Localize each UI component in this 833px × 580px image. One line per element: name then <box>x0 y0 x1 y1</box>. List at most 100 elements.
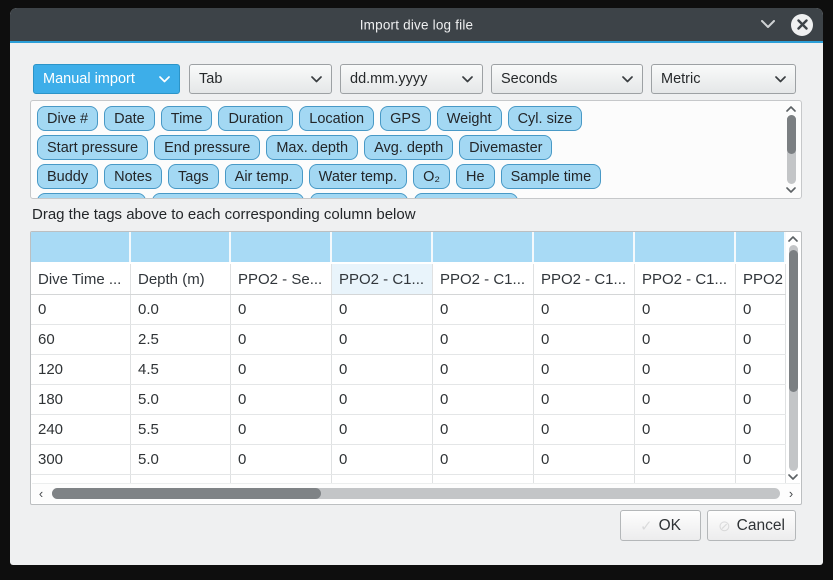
ok-button[interactable]: ✓ OK <box>620 510 701 541</box>
table-cell: 0 <box>635 325 736 354</box>
tag-pill[interactable]: Notes <box>104 164 162 189</box>
tag-pill[interactable]: Sample pO₂ <box>310 193 408 199</box>
column-header[interactable]: PPO2 - C1... <box>332 264 433 294</box>
drop-target-cell[interactable] <box>131 232 231 262</box>
table-row: 602.5000000 <box>31 325 786 355</box>
drop-target-cell[interactable] <box>736 232 786 262</box>
tag-pill[interactable]: Sample time <box>501 164 602 189</box>
duration-format-select[interactable]: Seconds <box>491 64 643 94</box>
tag-pill[interactable]: Dive # <box>37 106 98 131</box>
table-cell: 0 <box>433 385 534 414</box>
scroll-left-icon[interactable]: ‹ <box>32 486 50 501</box>
scrollbar-thumb[interactable] <box>789 250 798 392</box>
scrollbar-thumb[interactable] <box>787 115 796 154</box>
table-row: 3005.0000000 <box>31 445 786 475</box>
tag-row: Sample depth Sample temperature Sample pO₂… <box>37 193 779 199</box>
tag-pill[interactable]: Sample temperature <box>152 193 303 199</box>
tag-pill[interactable]: Water temp. <box>309 164 407 189</box>
table-cell: 0 <box>736 355 786 384</box>
drop-target-cell[interactable] <box>31 232 131 262</box>
tagbox-scrollbar[interactable] <box>784 103 798 196</box>
chevron-down-icon <box>622 76 633 83</box>
tag-pill[interactable]: Date <box>104 106 155 131</box>
table-horizontal-scrollbar[interactable]: ‹ › <box>32 483 800 503</box>
cancel-button[interactable]: ⊘ Cancel <box>707 510 796 541</box>
table-cell: 0 <box>332 355 433 384</box>
table-row: 1805.0000000 <box>31 385 786 415</box>
tag-pill[interactable]: O₂ <box>413 164 450 189</box>
window-shade-button[interactable] <box>759 16 777 34</box>
tag-pill[interactable]: Location <box>299 106 374 131</box>
tag-pill[interactable]: Sample CNS <box>414 193 518 199</box>
tag-pill[interactable]: Max. depth <box>266 135 358 160</box>
table-cell: 0 <box>332 295 433 324</box>
table-cell: 0 <box>433 355 534 384</box>
tag-pill[interactable]: End pressure <box>154 135 260 160</box>
table-cell: 0 <box>635 385 736 414</box>
cancel-button-label: Cancel <box>737 517 785 535</box>
tag-row: Start pressureEnd pressureMax. depthAvg.… <box>37 135 779 160</box>
column-header[interactable]: PPO2 - Se... <box>231 264 332 294</box>
drop-target-cell[interactable] <box>534 232 635 262</box>
tag-pill[interactable]: Time <box>161 106 213 131</box>
table-grid: Dive Time ...Depth (m)PPO2 - Se...PPO2 -… <box>31 232 786 484</box>
drop-target-cell[interactable] <box>332 232 433 262</box>
scrollbar-track[interactable] <box>52 488 780 499</box>
table-cell: 0 <box>635 445 736 474</box>
table-cell: 0 <box>736 445 786 474</box>
column-header[interactable]: Depth (m) <box>131 264 231 294</box>
tag-pill[interactable]: He <box>456 164 495 189</box>
titlebar: Import dive log file <box>10 8 823 41</box>
tag-pill[interactable]: Start pressure <box>37 135 148 160</box>
tag-pill[interactable]: Divemaster <box>459 135 552 160</box>
tag-pill[interactable]: Avg. depth <box>364 135 453 160</box>
scrollbar-track[interactable] <box>787 115 796 184</box>
tag-pill[interactable]: Buddy <box>37 164 98 189</box>
column-header[interactable]: PPO2 - C1... <box>736 264 786 294</box>
table-cell: 0 <box>231 415 332 444</box>
column-header[interactable]: Dive Time ... <box>31 264 131 294</box>
table-cell: 120 <box>31 355 131 384</box>
table-cell: 300 <box>31 445 131 474</box>
ok-button-label: OK <box>659 517 681 535</box>
drop-target-cell[interactable] <box>433 232 534 262</box>
table-cell: 0 <box>231 445 332 474</box>
scroll-right-icon[interactable]: › <box>782 486 800 501</box>
tag-pill[interactable]: Tags <box>168 164 219 189</box>
tag-box: Dive #DateTimeDurationLocationGPSWeightC… <box>30 100 802 199</box>
column-header[interactable]: PPO2 - C1... <box>433 264 534 294</box>
table-cell: 0 <box>635 355 736 384</box>
table-row: 00.0000000 <box>31 295 786 325</box>
import-mode-select[interactable]: Manual import <box>33 64 180 94</box>
window-close-button[interactable] <box>791 14 813 36</box>
table-cell: 0 <box>332 385 433 414</box>
scroll-up-icon[interactable] <box>786 103 796 115</box>
table-cell: 0 <box>534 415 635 444</box>
drop-target-cell[interactable] <box>231 232 332 262</box>
table-vertical-scrollbar[interactable] <box>786 233 800 483</box>
table-cell: 60 <box>31 325 131 354</box>
tag-pill[interactable]: Sample depth <box>37 193 146 199</box>
table-cell: 0 <box>534 325 635 354</box>
drag-hint-label: Drag the tags above to each correspondin… <box>32 206 416 223</box>
tag-pill[interactable]: Air temp. <box>225 164 303 189</box>
tag-pill[interactable]: GPS <box>380 106 431 131</box>
tag-pill[interactable]: Duration <box>218 106 293 131</box>
scroll-down-icon[interactable] <box>786 184 796 196</box>
units-select[interactable]: Metric <box>651 64 796 94</box>
scrollbar-thumb[interactable] <box>52 488 321 499</box>
scroll-down-icon[interactable] <box>788 471 798 483</box>
date-format-select[interactable]: dd.mm.yyyy <box>340 64 483 94</box>
tag-pill[interactable]: Weight <box>437 106 502 131</box>
drop-target-cell[interactable] <box>635 232 736 262</box>
scrollbar-track[interactable] <box>789 245 798 471</box>
table-cell: 0 <box>736 325 786 354</box>
table-cell: 180 <box>31 385 131 414</box>
column-header[interactable]: PPO2 - C1... <box>534 264 635 294</box>
chevron-down-icon <box>311 76 322 83</box>
scroll-up-icon[interactable] <box>788 233 798 245</box>
column-header[interactable]: PPO2 - C1... <box>635 264 736 294</box>
dialog-title: Import dive log file <box>360 17 474 32</box>
tag-pill[interactable]: Cyl. size <box>508 106 583 131</box>
field-separator-select[interactable]: Tab <box>189 64 332 94</box>
